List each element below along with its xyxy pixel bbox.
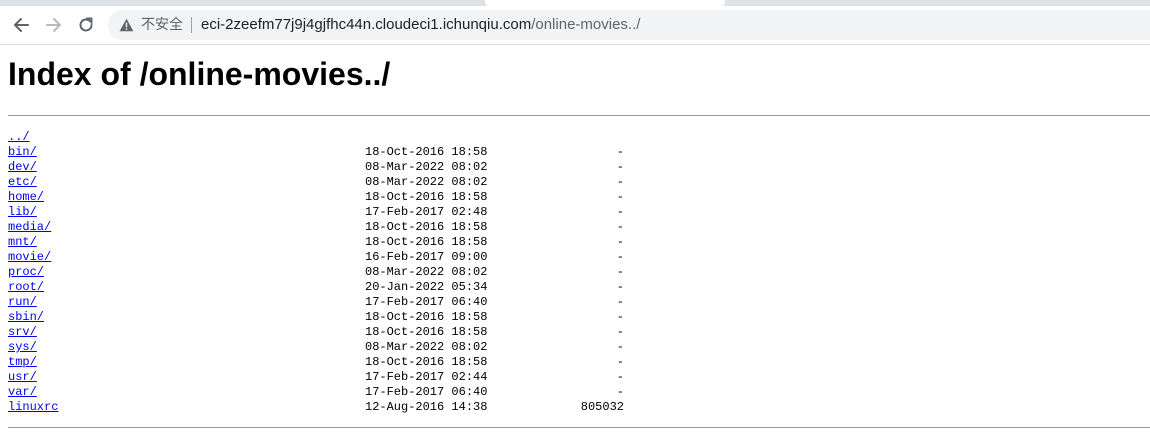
entry-link[interactable]: sys/ [8,340,37,355]
back-button[interactable] [8,13,34,37]
entry-date: 12-Aug-2016 14:38 [365,400,488,414]
entry-size: - [616,250,624,264]
entry-size: - [616,310,624,324]
entry-date: 18-Oct-2016 18:58 [365,310,488,324]
entry-size: - [616,295,624,309]
entry-date: 18-Oct-2016 18:58 [365,355,488,369]
address-bar[interactable]: 不安全 eci-2zeefm77j9j4gjfhc44n.cloudeci1.i… [108,10,1150,40]
entry-link[interactable]: proc/ [8,265,44,280]
warning-icon[interactable] [119,18,134,32]
reload-icon [79,17,93,32]
forward-button[interactable] [41,13,67,37]
entry-link[interactable]: tmp/ [8,355,37,370]
entry-date: 08-Mar-2022 08:02 [365,340,488,354]
entry-link[interactable]: root/ [8,280,44,295]
entry-link[interactable]: dev/ [8,160,37,175]
entry-link[interactable]: mnt/ [8,235,37,250]
entry-size: - [616,370,624,384]
arrow-right-icon [46,18,61,32]
arrow-left-icon [14,18,29,32]
browser-toolbar: 不安全 eci-2zeefm77j9j4gjfhc44n.cloudeci1.i… [0,6,1150,45]
entry-size: - [616,190,624,204]
omnibox-divider [191,17,192,33]
entry-link[interactable]: bin/ [8,145,37,160]
entry-date: 18-Oct-2016 18:58 [365,325,488,339]
entry-size: - [616,355,624,369]
entry-link[interactable]: home/ [8,190,44,205]
entry-size: 805032 [580,400,624,414]
security-label[interactable]: 不安全 [141,16,183,34]
entry-date: 17-Feb-2017 02:44 [365,370,488,384]
entry-link[interactable]: media/ [8,220,51,235]
entry-size: - [616,205,624,219]
entry-date: 08-Mar-2022 08:02 [365,175,488,189]
url-text[interactable]: eci-2zeefm77j9j4gjfhc44n.cloudeci1.ichun… [201,16,640,34]
entry-date: 18-Oct-2016 18:58 [365,190,488,204]
entry-date: 20-Jan-2022 05:34 [365,280,488,294]
entry-date: 17-Feb-2017 02:48 [365,205,488,219]
entry-link[interactable]: sbin/ [8,310,44,325]
entry-link[interactable]: srv/ [8,325,37,340]
page-title: Index of /online-movies../ [8,56,391,92]
bottom-divider [8,427,1150,428]
entry-link[interactable]: run/ [8,295,37,310]
entry-link[interactable]: usr/ [8,370,37,385]
parent-directory-link[interactable]: ../ [8,130,30,145]
entry-link[interactable]: linuxrc [8,400,58,415]
entry-size: - [616,145,624,159]
entry-date: 18-Oct-2016 18:58 [365,145,488,159]
entry-size: - [616,235,624,249]
entry-size: - [616,325,624,339]
entry-date: 17-Feb-2017 06:40 [365,295,488,309]
entry-size: - [616,220,624,234]
entry-link[interactable]: var/ [8,385,37,400]
entry-link[interactable]: lib/ [8,205,37,220]
entry-date: 08-Mar-2022 08:02 [365,265,488,279]
entry-link[interactable]: movie/ [8,250,51,265]
entry-size: - [616,340,624,354]
entry-size: - [616,160,624,174]
entry-date: 17-Feb-2017 06:40 [365,385,488,399]
reload-button[interactable] [73,13,99,37]
entry-date: 08-Mar-2022 08:02 [365,160,488,174]
entry-size: - [616,280,624,294]
entry-link[interactable]: etc/ [8,175,37,190]
entry-size: - [616,265,624,279]
entry-size: - [616,175,624,189]
top-divider [8,115,1150,116]
url-host: eci-2zeefm77j9j4gjfhc44n.cloudeci1.ichun… [201,16,532,33]
entry-date: 18-Oct-2016 18:58 [365,220,488,234]
url-path: /online-movies../ [531,16,641,33]
entry-date: 16-Feb-2017 09:00 [365,250,488,264]
entry-date: 18-Oct-2016 18:58 [365,235,488,249]
entry-size: - [616,385,624,399]
